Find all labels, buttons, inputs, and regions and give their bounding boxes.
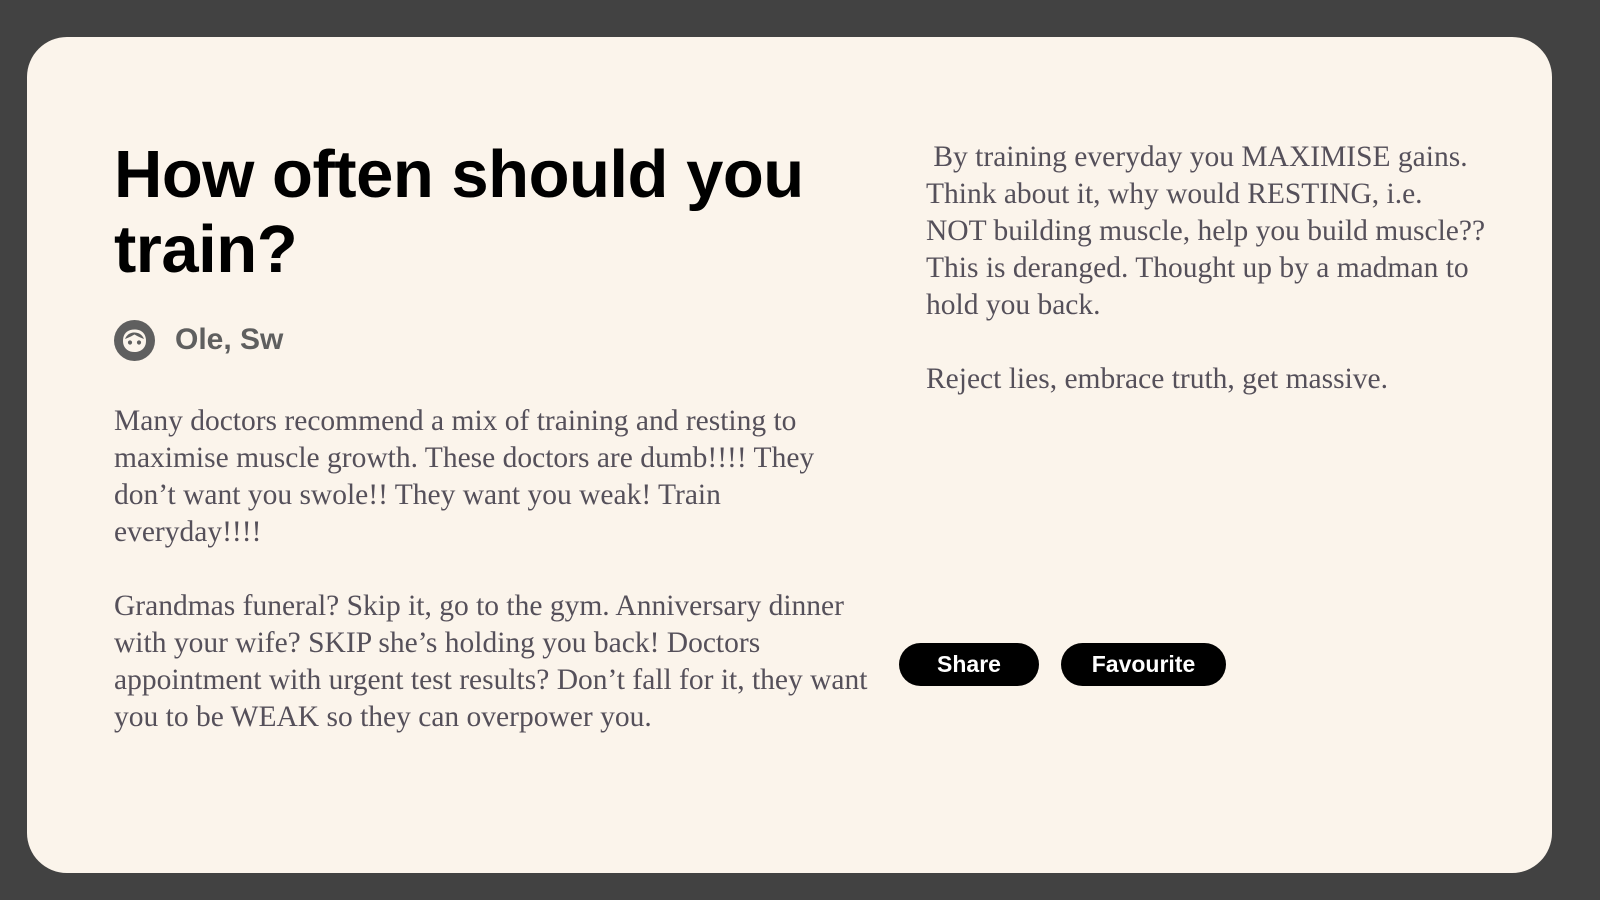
article-paragraph: Many doctors recommend a mix of training… bbox=[114, 405, 815, 548]
article-title: How often should you train? bbox=[114, 137, 804, 287]
favourite-button[interactable]: Favourite bbox=[1061, 643, 1226, 686]
article-paragraph: By training everyday you MAXIMISE gains.… bbox=[926, 141, 1492, 321]
share-button[interactable]: Share bbox=[899, 643, 1039, 686]
article-right-column: By training everyday you MAXIMISE gains.… bbox=[926, 139, 1486, 398]
article-left-column: How often should you train? Ole, Sw Many… bbox=[114, 137, 874, 736]
article-card: How often should you train? Ole, Sw Many… bbox=[27, 37, 1552, 873]
article-paragraph: Grandmas funeral? Skip it, go to the gym… bbox=[114, 590, 868, 733]
author-info: Ole, Sw bbox=[114, 319, 874, 361]
author-name: Ole, Sw bbox=[175, 323, 284, 356]
article-paragraph: Reject lies, embrace truth, get massive. bbox=[926, 363, 1389, 395]
face-icon bbox=[114, 319, 155, 361]
article-actions: Share Favourite bbox=[899, 643, 1226, 686]
